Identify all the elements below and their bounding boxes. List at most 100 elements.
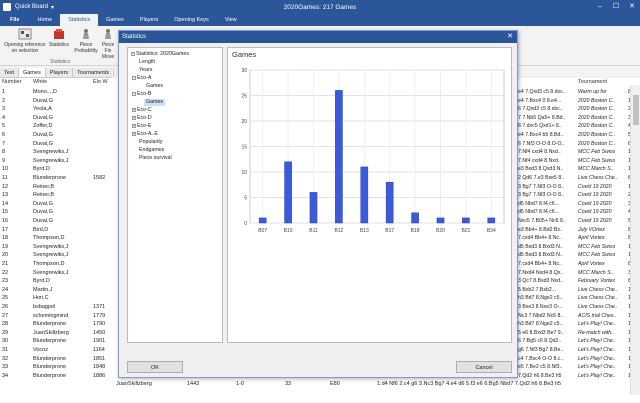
vertical-scrollbar[interactable] — [630, 85, 640, 395]
row-tournament: April Vortex — [578, 235, 605, 242]
minimize-icon[interactable]: – — [592, 0, 608, 14]
table-row-right[interactable]: d5 Nbd7 8.f4 c6...Covid 19 20203 — [518, 200, 640, 208]
tree-item-eco-e[interactable]: + Eco-E — [132, 123, 151, 130]
table-row-right[interactable]: Nc3 7.Nbd2 Nc6 8..ACIS trial Ches..1 — [518, 312, 640, 320]
table-row-right[interactable]: 5 Bxb2 7.Bxb2...Live Chess Che..1 — [518, 286, 640, 294]
row-white: Svengrewiks,J — [33, 269, 69, 276]
chart-pane: Games 0 5 10 15 20 25 30 B07 B10 B11 B12 B13 B17 B18 B… — [227, 47, 512, 343]
tab-players-list[interactable]: Players — [46, 68, 74, 77]
close-icon[interactable]: ✕ — [624, 0, 640, 14]
dialog-close-icon[interactable]: ✕ — [507, 31, 513, 43]
table-row-right[interactable]: e5 7.Be2 c5 8.Nf3..Let's Play! Che..1 — [518, 363, 640, 371]
tree-item-eco-b-games[interactable]: Games — [144, 99, 166, 106]
row-moves: 7 7.Nb5 Qa5+ 8.Bd.. — [518, 114, 566, 121]
tree-item-eco-a-games[interactable]: Games — [146, 83, 163, 90]
table-row-right[interactable]: 3 Qc7 8.Bxd3 Nxd..February Vortex8 — [518, 277, 640, 285]
expand-icon[interactable]: + — [132, 115, 136, 120]
cancel-button[interactable]: Cancel — [456, 361, 512, 373]
tree-item-years[interactable]: Years — [139, 67, 152, 74]
table-row-right[interactable]: 7 7.Nb5 Qa5+ 8.Bd..2020 Boston C..3 — [518, 114, 640, 122]
table-row-right[interactable]: e4 7.Bxc4 b5 8.Bd..2020 Boston C..5 — [518, 131, 640, 139]
expand-icon[interactable]: + — [132, 131, 136, 136]
row-number: 4 — [2, 114, 6, 121]
col-elo-white[interactable]: Elo W — [93, 78, 108, 86]
tab-statistics[interactable]: Statistics — [60, 14, 99, 26]
tab-file[interactable]: File — [0, 14, 29, 26]
row-moves: 7.Nf4 cxd4 8.Nxd.. — [518, 157, 561, 164]
table-row-right[interactable]: e3 Bxd3 8.Qxd3 N..MCC March S..1 — [518, 165, 640, 173]
tree-item-eco-b[interactable]: − Eco-B — [132, 91, 151, 98]
table-row-right[interactable]: 7.Nxd4 Nxd4 8.Qx..MCC March S..3 — [518, 269, 640, 277]
table-row-right[interactable]: h3 Bd7 8.Nge2 c5..Live Chess Che..1 — [518, 294, 640, 302]
table-row-right[interactable]: Nxc5 7.B05+ Nc6 8..Covid 19 20205 — [518, 217, 640, 225]
row-number: 18 — [2, 235, 9, 242]
tab-opening-keys[interactable]: Opening Keys — [166, 14, 217, 26]
tree-item-length[interactable]: Length — [139, 59, 155, 66]
statistics-button[interactable]: Statistics — [48, 28, 70, 48]
collapse-icon[interactable]: − — [132, 75, 136, 80]
last-row-extra[interactable]: JuanSkillzberg 1443 1-0 33 E80 1.d4 Nf6 … — [0, 380, 640, 388]
collapse-icon[interactable]: − — [132, 91, 136, 96]
opening-reference-button[interactable]: Opening reference on selection — [2, 28, 48, 54]
tree-item-eco-a-e[interactable]: + Eco-A..E — [132, 131, 158, 138]
table-row-right[interactable]: 3 Bg7 7.Nf3 O-O 8..Covid 19 20201 — [518, 183, 640, 191]
tab-games[interactable]: Games — [98, 14, 132, 26]
tree-root[interactable]: − Statistics: 2020Games — [131, 51, 189, 58]
col-tournament[interactable]: Tournament — [578, 78, 607, 86]
table-row-right[interactable]: 3 Bg7 7.Nf3 O-O 8..Covid 19 20202 — [518, 191, 640, 199]
row-number: 27 — [2, 312, 9, 319]
tree-item-piece-survival[interactable]: Piece survival — [139, 155, 172, 162]
table-row-right[interactable]: 7.cxd4 Bb4+ 8.Nc..April Vortex8 — [518, 260, 640, 268]
tree-item-popularity[interactable]: Popularity — [139, 139, 163, 146]
tab-home[interactable]: Home — [29, 14, 60, 26]
statistics-tree: − Statistics: 2020Games Length Years − Eco… — [127, 47, 223, 343]
black-player: JuanSkillzberg — [116, 381, 152, 387]
table-row-right[interactable]: 7.Nf4 cxd4 8.Nxd..MCC Feb Swiss19 — [518, 157, 640, 165]
table-row-right[interactable]: d5 Bxd3 8.Bxd3 N..MCC Feb Swiss14 — [518, 243, 640, 251]
table-row-right[interactable]: 2 Qd6 7.e3 Bxe5 8..Live Chess Che..8 — [518, 174, 640, 182]
table-row-right[interactable]: d5 Bxd3 8.Bxd3 N..MCC Feb Swiss15 — [518, 251, 640, 259]
table-row-right[interactable]: g6 7.Nf3 Bg7 8.Be..Let's Play! Che..1 — [518, 346, 640, 354]
tab-text[interactable]: Text — [0, 68, 20, 77]
tab-games-list[interactable]: Games — [19, 68, 46, 77]
tab-players[interactable]: Players — [132, 14, 166, 26]
scroll-thumb[interactable] — [633, 95, 639, 125]
table-row-right[interactable]: e3 Bb4+ 8.Bd2 Bx..July VOrtex8 — [518, 226, 640, 234]
tree-item-eco-c[interactable]: + Eco-C — [132, 107, 152, 114]
table-row-right[interactable]: d5 Nbd7 8.f4 c6...Covid 19 20204 — [518, 208, 640, 216]
piece-fin-move-button[interactable]: Piece Fin Move — [98, 28, 118, 60]
expand-icon[interactable]: + — [132, 107, 136, 112]
ok-button[interactable]: OK — [127, 361, 183, 373]
row-white: Thompson,D — [33, 261, 65, 267]
row-moves: e5 7.Be2 c5 8.Nf3.. — [518, 364, 563, 371]
table-row-right[interactable]: h3 Bd7 8.Nge2 c5..Let's Play! Che..1 — [518, 320, 640, 328]
row-moves: 3 Bg7 7.Nf3 O-O 8.. — [518, 183, 564, 190]
piece-probability-button[interactable]: Piece Probability — [74, 28, 98, 54]
tab-view[interactable]: View — [217, 14, 245, 26]
row-white: Duval,G — [33, 218, 53, 224]
col-number[interactable]: Number — [2, 78, 22, 86]
tree-item-endgames[interactable]: Endgames — [139, 147, 164, 154]
row-moves: 7.Nxd4 Nxd4 8.Qx.. — [518, 269, 564, 276]
table-row-right[interactable]: e4 7.Bxc4 0 8.e4...2020 Boston C..1 — [518, 97, 640, 105]
collapse-icon[interactable]: − — [131, 51, 135, 56]
col-white[interactable]: White — [33, 78, 47, 86]
table-row-right[interactable]: 6 7.Qxd3 c5 8.dxc..2020 Boston C..2 — [518, 105, 640, 113]
row-moves: d5 Bxd3 8.Bxd3 N.. — [518, 252, 563, 259]
table-row-right[interactable]: e4 7.Qxd3 c5 8.dxc..Warm up for8 — [518, 88, 640, 96]
expand-icon[interactable]: + — [132, 123, 136, 128]
table-row-right[interactable]: 6 7.dxc5 Qxd1+ 8..2020 Boston C..4 — [518, 122, 640, 130]
table-row-right[interactable]: 7.Nf4 cxd4 8.Nxd..MCC Feb Swiss18 — [518, 148, 640, 156]
table-row-right[interactable]: 7.Qd2 h6 8.Be3 h5Let's Play! Che..1 — [518, 372, 640, 380]
table-row-right[interactable]: c4 7.Bxc4 O-O 8.c..Let's Play! Che..1 — [518, 355, 640, 363]
row-white: Yeola,A — [33, 106, 52, 113]
table-row-right[interactable]: 6 7.Bg5 c6 8.Qd2..Let's Play! Che..1 — [518, 337, 640, 345]
tree-item-eco-d[interactable]: + Eco-D — [132, 115, 152, 122]
table-row-right[interactable]: 3 Bxe3 8.Nxe3 O-..Live Chess Che..1 — [518, 303, 640, 311]
table-row-right[interactable]: 6 7.Nf3 O-O 8.O-O..2020 Boston C..6 — [518, 140, 640, 148]
table-row-right[interactable]: 5 e6 8.Bxd3 Be7 9..Re-match with..1 — [518, 329, 640, 337]
table-row-right[interactable]: 7.cxd4 Bb4+ 8.Nc..April Vortex8 — [518, 234, 640, 242]
maximize-icon[interactable]: ☐ — [608, 0, 624, 14]
tab-tournaments[interactable]: Tournaments — [73, 68, 114, 77]
tree-item-eco-a[interactable]: − Eco-A — [132, 75, 151, 82]
